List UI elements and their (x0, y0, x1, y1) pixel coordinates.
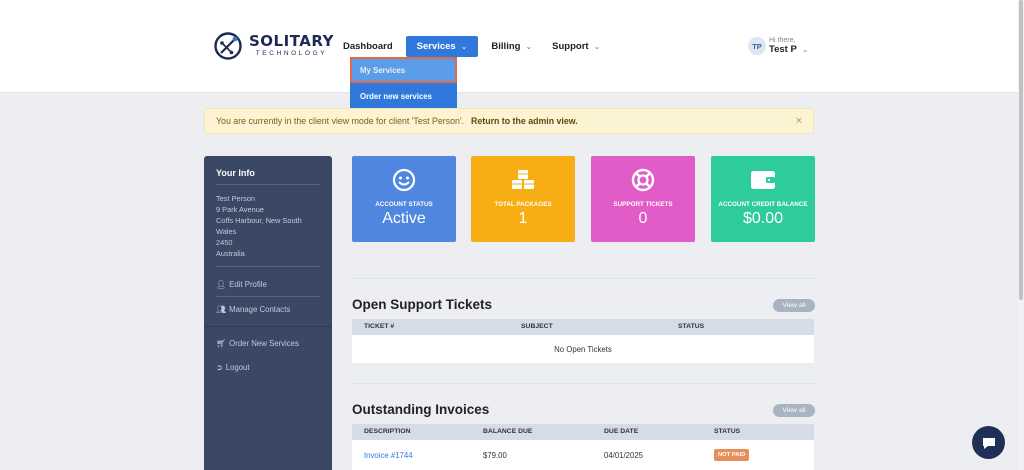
open-tickets-title: Open Support Tickets (352, 297, 493, 312)
nav-services-label: Services (416, 41, 456, 52)
edit-profile-link[interactable]: 👤︎ Edit Profile (216, 280, 267, 289)
address-line: 9 Park Avenue (216, 205, 264, 214)
due-date: 04/01/2025 (604, 451, 644, 460)
sidebar-title: Your Info (216, 168, 255, 178)
scrollbar-thumb[interactable] (1019, 0, 1023, 300)
column-header: SUBJECT (521, 323, 553, 330)
support-tickets-card[interactable]: SUPPORT TICKETS 0 (591, 156, 695, 242)
manage-contacts-label: Manage Contacts (229, 305, 291, 314)
close-icon[interactable]: × (796, 115, 802, 127)
tickets-table-body: No Open Tickets (352, 335, 814, 363)
nav-dashboard-label: Dashboard (343, 41, 393, 52)
user-menu[interactable]: TP Hi there, Test P ⌄ (748, 37, 809, 55)
wallet-icon (751, 171, 775, 189)
divider (204, 326, 332, 327)
logout-icon: ➲ (216, 363, 223, 372)
users-icon: 👥︎ (216, 305, 227, 314)
card-value: $0.00 (742, 210, 784, 227)
nav-dashboard[interactable]: Dashboard (336, 36, 400, 57)
address-line: Coffs Harbour, New South Wales (216, 216, 302, 236)
smile-icon (392, 168, 416, 192)
tickets-view-all-button[interactable]: View all (773, 299, 815, 312)
chat-button[interactable] (972, 426, 1005, 459)
brand-subtitle: TECHNOLOGY (255, 50, 328, 58)
invoices-table-header: DESCRIPTION BALANCE DUE DUE DATE STATUS (352, 424, 814, 440)
status-badge: NOT PAID (714, 449, 750, 461)
chevron-down-icon: ⌄ (460, 42, 468, 51)
total-packages-card[interactable]: TOTAL PACKAGES 1 (471, 156, 575, 242)
cart-icon: 🛒︎ (216, 339, 227, 348)
tickets-table-header: TICKET # SUBJECT STATUS (352, 319, 814, 335)
column-header: STATUS (714, 428, 741, 435)
column-header: DUE DATE (604, 428, 639, 435)
column-header: BALANCE DUE (483, 428, 533, 435)
divider (352, 383, 814, 384)
brand-logo[interactable]: SOLITARY TECHNOLOGY (213, 31, 334, 61)
divider (352, 278, 814, 279)
invoice-link[interactable]: Invoice #1744 (364, 451, 413, 460)
outstanding-invoices-title: Outstanding Invoices (352, 402, 490, 417)
table-row: Invoice #1744 $79.00 04/01/2025 NOT PAID (352, 440, 814, 470)
avatar: TP (748, 37, 766, 55)
main-nav: Dashboard Services ⌄ Billing ⌄ Support ⌄ (336, 36, 613, 57)
sidebar: Your Info Test Person 9 Park Avenue Coff… (204, 156, 332, 470)
credit-balance-card[interactable]: ACCOUNT CREDIT BALANCE $0.00 (711, 156, 815, 242)
card-label: TOTAL PACKAGES (494, 201, 552, 208)
logo-icon (214, 32, 242, 60)
card-value: 1 (518, 210, 528, 227)
lifering-icon (631, 168, 655, 192)
card-label: ACCOUNT STATUS (375, 201, 433, 208)
chevron-down-icon: ⌄ (525, 42, 533, 51)
chat-icon (982, 437, 995, 449)
menu-item-my-services[interactable]: My Services (350, 57, 457, 83)
nav-billing[interactable]: Billing ⌄ (484, 36, 539, 57)
invoices-view-all-button[interactable]: View all (773, 404, 815, 417)
column-header: TICKET # (364, 323, 395, 330)
card-value: Active (382, 210, 426, 227)
nav-services[interactable]: Services ⌄ (405, 36, 479, 57)
order-new-services-label: Order New Services (229, 339, 299, 348)
user-greeting: Hi there, (769, 37, 796, 45)
nav-support-label: Support (552, 41, 589, 52)
user-name: Test P (769, 44, 797, 56)
card-label: SUPPORT TICKETS (613, 201, 673, 208)
edit-profile-label: Edit Profile (229, 280, 267, 289)
alert-text: You are currently in the client view mod… (216, 116, 465, 126)
brand-name: SOLITARY (249, 32, 334, 51)
card-value: 0 (638, 210, 648, 227)
divider (216, 296, 320, 297)
divider (216, 184, 320, 185)
chevron-down-icon: ⌄ (593, 42, 601, 51)
cubes-icon (512, 170, 534, 189)
divider (216, 266, 320, 267)
order-new-services-link[interactable]: 🛒︎ Order New Services (216, 339, 299, 348)
address-line: 2450 (216, 238, 233, 247)
menu-item-order-new-services[interactable]: Order new services (350, 84, 457, 108)
column-header: STATUS (678, 323, 705, 330)
nav-billing-label: Billing (491, 41, 521, 52)
empty-message: No Open Tickets (554, 345, 612, 354)
address-line: Test Person (216, 194, 256, 203)
chevron-down-icon: ⌄ (801, 44, 809, 54)
nav-support[interactable]: Support ⌄ (545, 36, 607, 57)
user-icon: 👤︎ (216, 280, 227, 289)
scrollbar[interactable] (1018, 0, 1024, 470)
client-view-alert: You are currently in the client view mod… (204, 108, 814, 134)
card-label: ACCOUNT CREDIT BALANCE (718, 201, 808, 208)
services-dropdown: My Services Order new services (350, 57, 457, 108)
address-line: Australia (216, 249, 245, 258)
column-header: DESCRIPTION (364, 428, 411, 435)
return-to-admin-link[interactable]: Return to the admin view. (471, 116, 578, 126)
balance-due: $79.00 (483, 451, 507, 460)
logout-link[interactable]: ➲ Logout (216, 363, 250, 372)
manage-contacts-link[interactable]: 👥︎ Manage Contacts (216, 305, 290, 314)
client-address: Test Person 9 Park Avenue Coffs Harbour,… (216, 193, 320, 259)
account-status-card[interactable]: ACCOUNT STATUS Active (352, 156, 456, 242)
logout-label: Logout (225, 363, 250, 372)
